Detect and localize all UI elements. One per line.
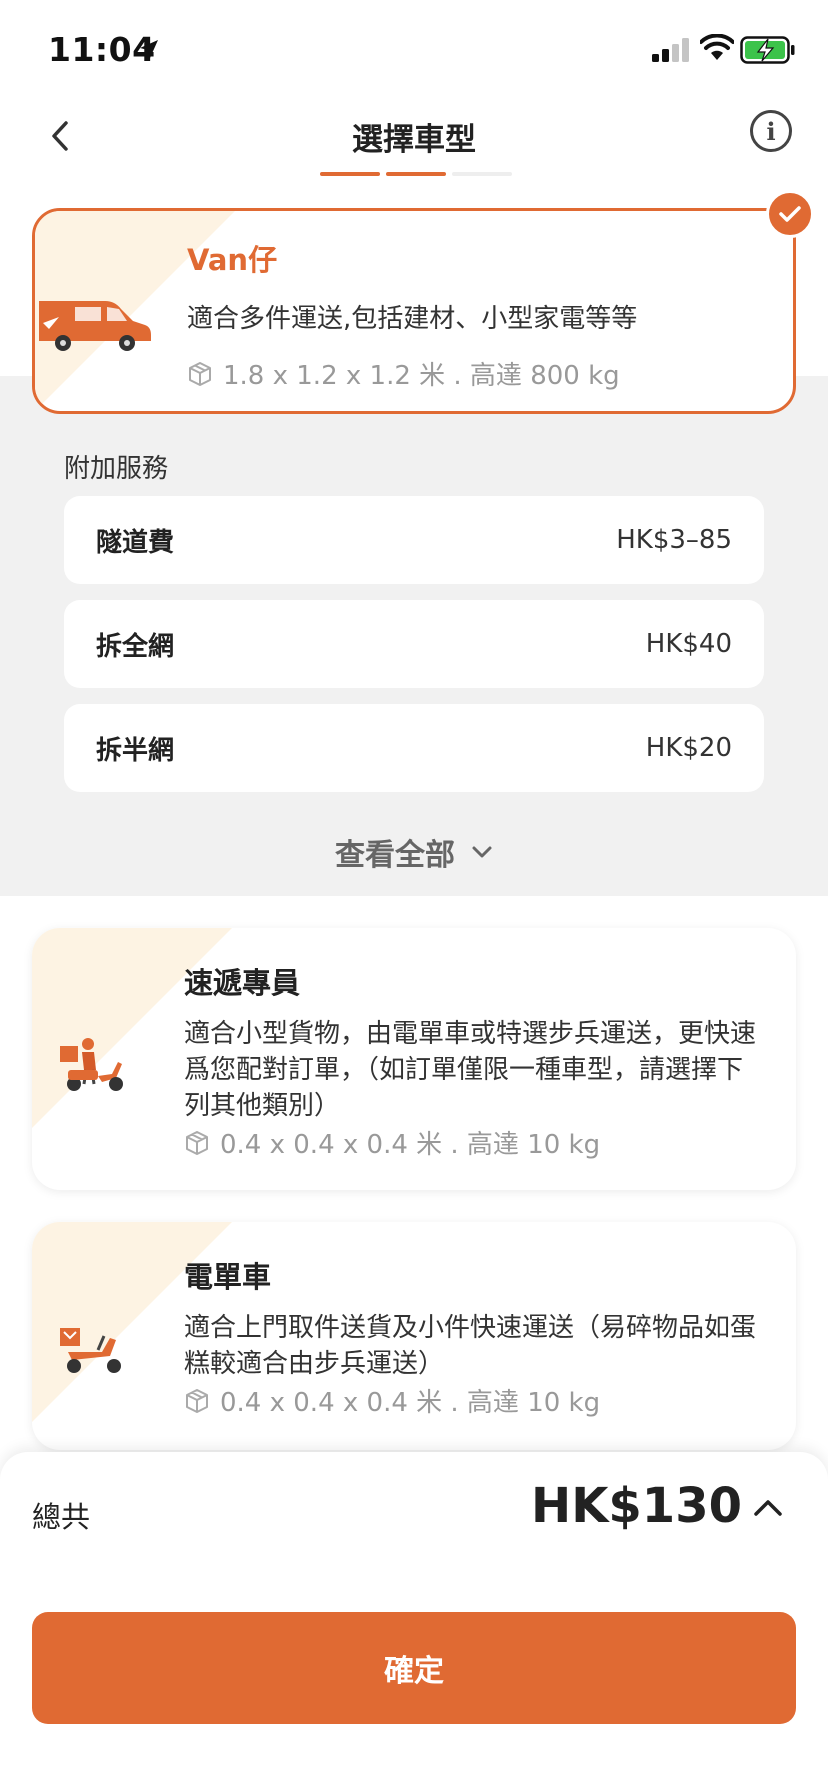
addon-item[interactable]: 拆全網 HK$40: [64, 600, 764, 688]
progress-step: [320, 172, 380, 176]
addon-name: 拆全網: [96, 631, 175, 662]
header: 選擇車型 i: [0, 100, 828, 220]
courier-scooter-icon: [60, 1038, 123, 1091]
addon-name: 拆半網: [96, 735, 175, 766]
battery-charging-icon: [740, 36, 795, 64]
location-arrow-icon: [140, 40, 158, 58]
addon-name: 隧道費: [96, 527, 175, 558]
progress-step: [452, 172, 512, 176]
check-icon: [779, 206, 801, 222]
info-button[interactable]: i: [750, 110, 792, 152]
vehicle-spec-text: 0.4 x 0.4 x 0.4 米 . 高達 10 kg: [220, 1130, 601, 1160]
view-all-button[interactable]: 查看全部: [0, 830, 828, 874]
addon-price: HK$20: [645, 733, 732, 763]
chevron-up-icon[interactable]: [752, 1496, 784, 1518]
chevron-down-icon: [472, 846, 492, 858]
vehicle-spec: 0.4 x 0.4 x 0.4 米 . 高達 10 kg: [184, 1124, 600, 1161]
motorcycle-icon: [60, 1328, 121, 1373]
addon-price: HK$3–85: [616, 525, 732, 555]
van-icon: [39, 301, 151, 351]
page-title: 選擇車型: [352, 122, 476, 158]
box-icon: [186, 1388, 208, 1413]
vehicle-spec-text: 1.8 x 1.2 x 1.2 米 . 高達 800 kg: [223, 361, 620, 391]
wifi-icon: [700, 34, 734, 60]
vehicle-spec: 0.4 x 0.4 x 0.4 米 . 高達 10 kg: [184, 1382, 600, 1419]
selected-check-badge: [766, 190, 814, 238]
vehicle-spec-text: 0.4 x 0.4 x 0.4 米 . 高達 10 kg: [220, 1388, 601, 1418]
total-amount: HK$130: [531, 1478, 742, 1534]
vehicle-title: 速遞專員: [184, 966, 301, 1000]
vehicle-title: 電單車: [184, 1260, 272, 1294]
vehicle-description: 適合小型貨物，由電單車或特選步兵運送，更快速爲您配對訂單，（如訂單僅限一種車型，…: [184, 1019, 757, 1121]
total-label: 總共: [32, 1500, 91, 1534]
vehicle-spec: 1.8 x 1.2 x 1.2 米 . 高達 800 kg: [187, 355, 620, 392]
confirm-button[interactable]: 確定: [32, 1612, 796, 1724]
info-icon: i: [766, 116, 776, 146]
vehicle-title: Van仔: [187, 243, 278, 277]
addon-section-title: 附加服務: [64, 454, 169, 484]
vehicle-card-motorcycle[interactable]: 電單車 適合上門取件送貨及小件快速運送（易碎物品如蛋糕較適合由步兵運送） 0.4…: [32, 1222, 796, 1450]
addon-item[interactable]: 隧道費 HK$3–85: [64, 496, 764, 584]
order-summary-panel: 總共 HK$130 確定: [0, 1452, 828, 1792]
progress-step: [386, 172, 446, 176]
status-bar: 11:04: [0, 0, 828, 100]
addon-price: HK$40: [645, 629, 732, 659]
vehicle-card-courier[interactable]: 速遞專員 適合小型貨物，由電單車或特選步兵運送，更快速爲您配對訂單，（如訂單僅限…: [32, 928, 796, 1190]
vehicle-card-van[interactable]: Van仔 適合多件運送,包括建材、小型家電等等 1.8 x 1.2 x 1.2 …: [32, 208, 796, 414]
step-progress: [320, 172, 512, 176]
addon-item[interactable]: 拆半網 HK$20: [64, 704, 764, 792]
cellular-signal-icon: [652, 38, 689, 62]
vehicle-description: 適合多件運送,包括建材、小型家電等等: [187, 304, 638, 334]
box-icon: [186, 1130, 208, 1155]
view-all-label: 查看全部: [335, 838, 455, 873]
box-icon: [189, 361, 211, 386]
vehicle-description: 適合上門取件送貨及小件快速運送（易碎物品如蛋糕較適合由步兵運送）: [184, 1313, 757, 1379]
